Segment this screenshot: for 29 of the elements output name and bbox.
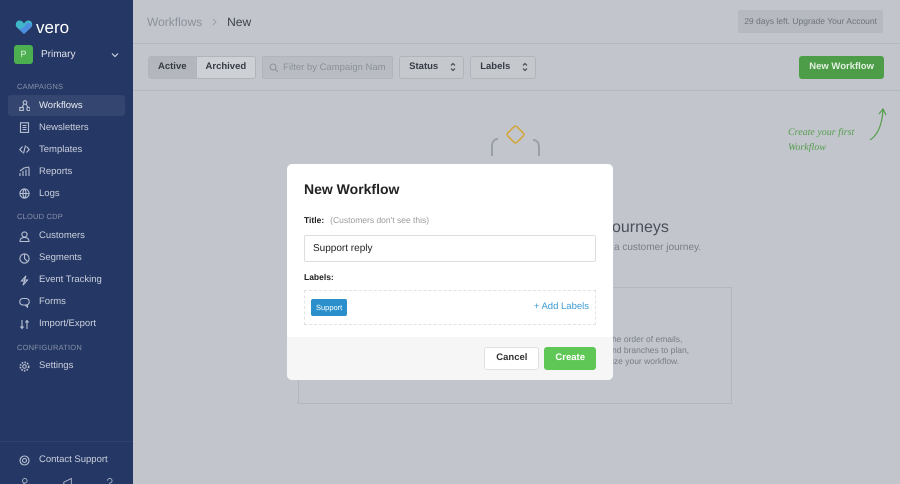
sidebar-item[interactable]: Workflows [8,95,125,116]
sidebar-item[interactable]: Event Tracking [8,270,125,290]
contact-support-link[interactable]: Contact Support [19,450,114,471]
sidebar-item[interactable]: Forms [8,292,125,312]
account-switcher[interactable]: Primary [41,47,103,62]
title-input[interactable]: Support reply [304,235,596,262]
filter-dropdown[interactable]: Status [399,56,464,78]
field-hint: (Customers don't see this) [330,215,430,225]
sidebar-item[interactable]: Reports [8,161,125,182]
logo-text: vero [36,18,70,36]
filter-tab[interactable]: Archived [196,56,256,78]
handwritten-hint: Create your first Workflow [788,126,856,155]
empty-state-subtitle: a customer journey. [614,241,702,256]
sidebar-item[interactable]: Import/Export [8,314,125,334]
sidebar-item[interactable]: Customers [8,226,125,246]
field-label: Title: [304,215,324,225]
empty-state-heading: ourneys [612,218,670,238]
breadcrumb-current: New [227,14,252,30]
modal-title: New Workflow [304,180,400,199]
field-label: Labels: [304,271,335,284]
sidebar-item[interactable]: Newsletters [8,117,125,138]
filter-dropdown[interactable]: Labels [470,56,536,78]
sidebar-item[interactable]: Segments [8,248,125,268]
filter-tab[interactable]: Active [149,56,196,78]
sidebar-item[interactable]: Templates [8,139,125,160]
cancel-button[interactable]: Cancel [484,346,540,370]
sidebar-item[interactable]: Settings [8,356,125,377]
sidebar-item[interactable]: Logs [8,183,125,204]
account-avatar: P [14,45,33,64]
